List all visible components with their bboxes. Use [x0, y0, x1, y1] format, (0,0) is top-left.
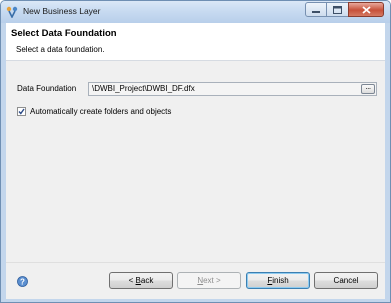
help-icon[interactable]: ?: [17, 276, 28, 287]
data-foundation-field[interactable]: \DWBI_Project\DWBI_DF.dfx ...: [88, 82, 377, 96]
auto-create-label: Automatically create folders and objects: [30, 107, 172, 116]
close-icon: [361, 5, 371, 14]
minimize-button[interactable]: [305, 2, 327, 17]
next-rest: ext >: [203, 276, 221, 285]
data-foundation-label: Data Foundation: [17, 84, 77, 93]
browse-button[interactable]: ...: [361, 84, 375, 94]
wizard-content: Data Foundation \DWBI_Project\DWBI_DF.df…: [6, 61, 385, 262]
wizard-footer: ? < Back Next > Finish Cancel: [6, 262, 385, 299]
close-button[interactable]: [348, 2, 384, 17]
minimize-icon: [312, 10, 320, 13]
back-button[interactable]: < Back: [109, 272, 173, 289]
svg-text:?: ?: [20, 277, 25, 286]
title-bar[interactable]: New Business Layer: [1, 1, 390, 23]
finish-button[interactable]: Finish: [246, 272, 310, 289]
page-title: Select Data Foundation: [11, 28, 117, 39]
window-controls: [305, 2, 384, 18]
maximize-button[interactable]: [327, 2, 348, 17]
next-button[interactable]: Next >: [177, 272, 241, 289]
maximize-icon: [333, 5, 342, 14]
auto-create-checkbox[interactable]: [17, 107, 26, 116]
wizard-header: Select Data Foundation Select a data fou…: [6, 23, 385, 61]
cancel-button[interactable]: Cancel: [314, 272, 378, 289]
back-prefix: <: [128, 276, 136, 285]
finish-rest: inish: [272, 276, 289, 285]
wizard-window: New Business Layer Select Data Foundatio…: [0, 0, 391, 303]
back-rest: ack: [140, 276, 154, 285]
page-subtitle: Select a data foundation.: [16, 45, 105, 54]
business-layer-icon: [6, 6, 18, 18]
auto-create-option[interactable]: Automatically create folders and objects: [17, 107, 171, 116]
data-foundation-value: \DWBI_Project\DWBI_DF.dfx: [92, 84, 195, 93]
window-title: New Business Layer: [23, 6, 101, 16]
checkmark-icon: [18, 108, 25, 115]
